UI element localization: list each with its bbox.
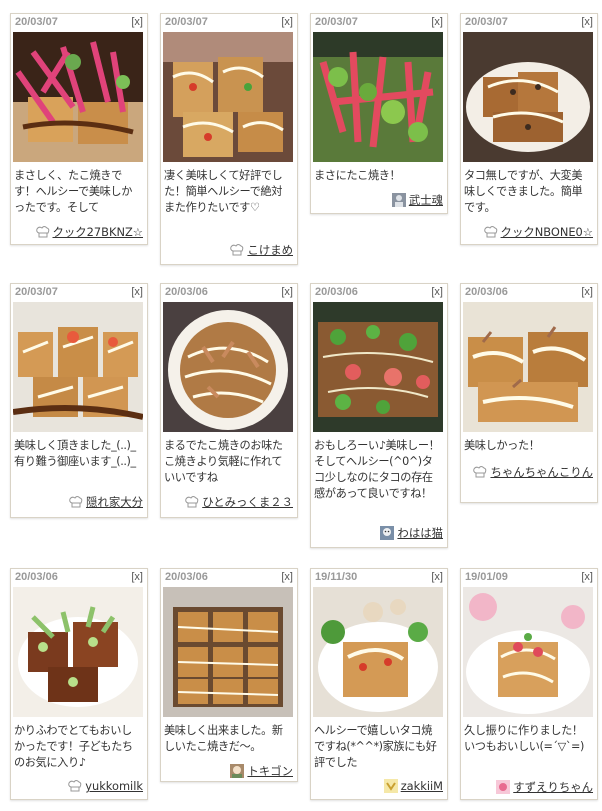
chef-hat-icon — [473, 466, 487, 478]
comment-text: 美味しく頂きました_(..)_ 有り難う御座います_(..)_ — [14, 439, 136, 468]
food-photo[interactable] — [13, 302, 143, 432]
author-name: わはは猫 — [397, 526, 443, 540]
author-name: すずえりちゃん — [513, 780, 593, 794]
author-link[interactable]: yukkomilk — [68, 779, 143, 793]
author-name: yukkomilk — [85, 779, 143, 793]
comment-text: 凄く美味しくて好評でした！簡単ヘルシーで絶対また作りたいです♡ — [164, 169, 283, 214]
author-name: こけまめ — [247, 243, 293, 257]
author-link[interactable]: こけまめ — [230, 242, 293, 258]
author-name: 武士魂 — [408, 193, 443, 207]
author-link[interactable]: 武士魂 — [391, 192, 443, 208]
report-date: 20/03/06 — [165, 286, 208, 298]
author-link[interactable]: ひとみっくま２３ — [185, 494, 293, 510]
delete-button[interactable]: [x] — [131, 16, 143, 28]
food-photo[interactable] — [313, 32, 443, 162]
author-name: ひとみっくま２３ — [202, 495, 293, 509]
author-link[interactable]: zakkiiM — [383, 779, 443, 793]
comment-text: 久し振りに作りました！いつもおいしい(=´▽`=) — [464, 724, 584, 753]
report-date: 19/11/30 — [315, 571, 358, 583]
delete-button[interactable]: [x] — [131, 286, 143, 298]
tsukurepo-card: 20/03/06 [x] おもしろーい♪美味しー！そしてヘルシー(^0^)タコ少… — [310, 283, 448, 548]
comment-text: かりふわでとてもおいしかったです！子どもたちのお気に入り♪ — [14, 724, 133, 769]
food-photo[interactable] — [13, 587, 143, 717]
author-name: トキゴン — [247, 764, 293, 778]
chef-hat-icon — [68, 780, 82, 792]
food-photo[interactable] — [313, 302, 443, 432]
tsukurepo-card: 20/03/07 [x] タコ無しですが、大変美味しくできました。簡単です。 ク… — [460, 13, 598, 245]
tsukurepo-card: 19/01/09 [x] 久し振りに作りました！いつもおいしい(=´▽`=) す… — [460, 568, 598, 800]
author-link[interactable]: 隠れ家大分 — [69, 494, 143, 510]
author-link[interactable]: クックNBONE0☆ — [483, 224, 593, 240]
chef-hat-icon — [35, 226, 50, 238]
author-name: zakkiiM — [400, 779, 443, 793]
author-name: 隠れ家大分 — [86, 495, 143, 509]
food-photo[interactable] — [463, 302, 593, 432]
author-link[interactable]: わはは猫 — [380, 525, 443, 541]
author-link[interactable]: ちゃんちゃんこりん — [473, 464, 593, 480]
delete-button[interactable]: [x] — [431, 286, 443, 298]
food-photo[interactable] — [313, 587, 443, 717]
comment-text: まさにたこ焼き！ — [314, 169, 401, 182]
report-date: 19/01/09 — [465, 571, 508, 583]
report-date: 20/03/07 — [15, 16, 58, 28]
report-date: 20/03/07 — [165, 16, 208, 28]
delete-button[interactable]: [x] — [281, 16, 293, 28]
food-photo[interactable] — [463, 32, 593, 162]
delete-button[interactable]: [x] — [431, 16, 443, 28]
report-date: 20/03/06 — [165, 571, 208, 583]
food-photo[interactable] — [463, 587, 593, 717]
tsukurepo-card: 20/03/06 [x] かりふわでとてもおいしかったです！子どもたちのお気に入… — [10, 568, 148, 800]
tsukurepo-card: 20/03/07 [x] 凄く美味しくて好評でした！簡単ヘルシーで絶対また作りた… — [160, 13, 298, 265]
author-name: ちゃんちゃんこりん — [490, 465, 593, 479]
delete-button[interactable]: [x] — [431, 571, 443, 583]
tsukurepo-card: 20/03/07 [x] 美味しく頂きました_(..)_ 有り難う御座います_(… — [10, 283, 148, 518]
tsukurepo-card: 20/03/07 [x] まさしく、たこ焼きです！ヘルシーで美味しかったです。そ… — [10, 13, 148, 245]
user-photo-icon — [496, 780, 511, 794]
food-photo[interactable] — [13, 32, 143, 162]
delete-button[interactable]: [x] — [581, 571, 593, 583]
report-date: 20/03/07 — [465, 16, 508, 28]
comment-text: まさしく、たこ焼きです！ヘルシーで美味しかったです。そして — [14, 169, 132, 214]
comment-text: ヘルシーで嬉しいタコ焼ですね(*^^*)家族にも好評でした — [314, 724, 437, 769]
food-photo[interactable] — [163, 302, 293, 432]
tsukurepo-card: 20/03/06 [x] 美味しく出来ました。新しいたこ焼きだ〜。 トキゴン — [160, 568, 298, 782]
user-photo-icon — [391, 193, 406, 207]
tsukurepo-card: 19/11/30 [x] ヘルシーで嬉しいタコ焼ですね(*^^*)家族にも好評で… — [310, 568, 448, 800]
report-date: 20/03/07 — [315, 16, 358, 28]
user-photo-icon — [380, 526, 395, 540]
comment-text: 美味しかった！ — [464, 439, 540, 452]
chef-hat-icon — [69, 496, 83, 508]
delete-button[interactable]: [x] — [281, 286, 293, 298]
report-date: 20/03/06 — [15, 571, 58, 583]
chef-hat-icon — [185, 496, 199, 508]
comment-text: 美味しく出来ました。新しいたこ焼きだ〜。 — [164, 724, 283, 753]
user-photo-icon — [230, 764, 245, 778]
delete-button[interactable]: [x] — [131, 571, 143, 583]
food-photo[interactable] — [163, 32, 293, 162]
author-name: クック27BKNZ☆ — [52, 225, 144, 239]
food-photo[interactable] — [163, 587, 293, 717]
author-name: クックNBONE0☆ — [500, 225, 593, 239]
user-photo-icon — [383, 779, 398, 793]
delete-button[interactable]: [x] — [581, 16, 593, 28]
comment-text: タコ無しですが、大変美味しくできました。簡単です。 — [464, 169, 583, 214]
author-link[interactable]: すずえりちゃん — [496, 779, 593, 795]
tsukurepo-card: 20/03/06 [x] まるでたこ焼きのお味たこ焼きより気軽に作れていいですね… — [160, 283, 298, 518]
chef-hat-icon — [230, 244, 244, 256]
report-date: 20/03/07 — [15, 286, 58, 298]
author-link[interactable]: トキゴン — [230, 763, 293, 779]
tsukurepo-card: 20/03/06 [x] 美味しかった！ ちゃんちゃんこりん — [460, 283, 598, 503]
report-date: 20/03/06 — [465, 286, 508, 298]
author-link[interactable]: クック27BKNZ☆ — [35, 224, 144, 240]
delete-button[interactable]: [x] — [581, 286, 593, 298]
report-date: 20/03/06 — [315, 286, 358, 298]
chef-hat-icon — [483, 226, 498, 238]
tsukurepo-card: 20/03/07 [x] まさにたこ焼き！ 武士魂 — [310, 13, 448, 214]
delete-button[interactable]: [x] — [281, 571, 293, 583]
comment-text: おもしろーい♪美味しー！そしてヘルシー(^0^)タコ少しなのにタコの存在感があっ… — [314, 439, 440, 500]
comment-text: まるでたこ焼きのお味たこ焼きより気軽に作れていいですね — [164, 439, 283, 484]
